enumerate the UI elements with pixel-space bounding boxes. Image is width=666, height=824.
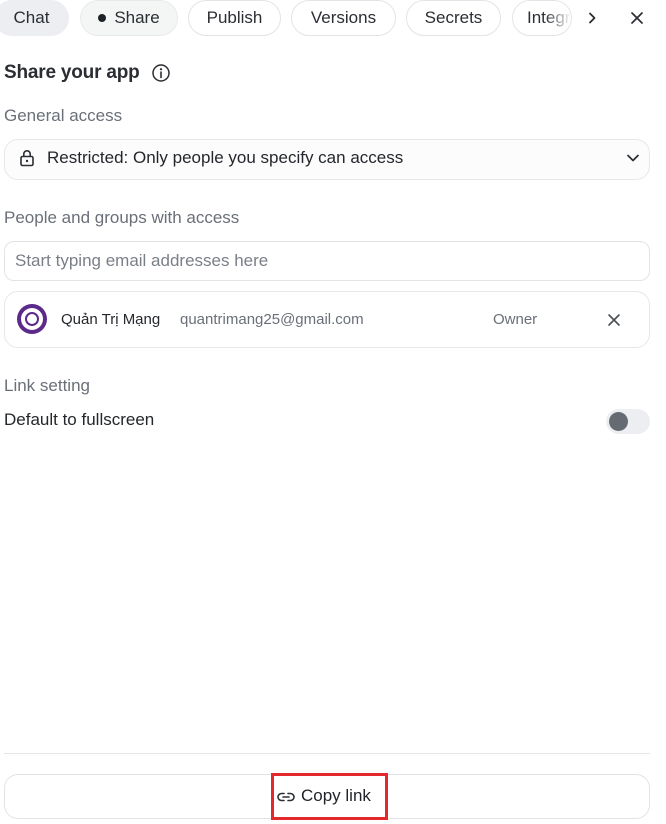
fullscreen-toggle[interactable] [606, 409, 650, 434]
copy-link-label: Copy link [301, 786, 371, 805]
tab-integrations-label: Integrations [527, 8, 571, 27]
toggle-knob [609, 412, 628, 431]
chevron-right-icon [589, 12, 596, 24]
fullscreen-label: Default to fullscreen [4, 410, 155, 429]
avatar [17, 304, 47, 334]
general-access-label: General access [4, 106, 123, 125]
tab-versions[interactable]: Versions [291, 0, 396, 36]
tab-chat-label: Chat [13, 8, 50, 27]
user-row: Quản Trị Mạng quantrimang25@gmail.com Ow… [4, 291, 650, 348]
chevron-down-icon [627, 154, 639, 162]
user-email: quantrimang25@gmail.com [180, 311, 364, 328]
tab-share-label: Share [114, 8, 160, 27]
tab-publish-label: Publish [206, 8, 263, 27]
tab-versions-label: Versions [310, 8, 377, 27]
active-dot-icon [98, 14, 107, 22]
share-title: Share your app [4, 62, 140, 83]
user-role[interactable]: Owner [493, 311, 537, 328]
info-icon[interactable] [151, 63, 171, 83]
lock-icon [20, 150, 34, 167]
close-icon [608, 314, 620, 326]
tab-chat[interactable]: Chat [0, 0, 69, 36]
remove-user-button[interactable] [602, 308, 626, 332]
close-panel-button[interactable] [625, 6, 649, 30]
link-icon [277, 792, 295, 802]
email-input[interactable] [4, 241, 650, 281]
tab-publish[interactable]: Publish [188, 0, 281, 36]
tab-secrets[interactable]: Secrets [406, 0, 501, 36]
tab-secrets-label: Secrets [424, 8, 483, 27]
general-access-value: Restricted: Only people you specify can … [47, 148, 404, 167]
tab-share[interactable]: Share [80, 0, 178, 36]
tab-integrations[interactable]: Integrations [512, 0, 572, 36]
tab-bar: Chat Share Publish Versions Secrets Inte… [0, 0, 666, 36]
user-name: Quản Trị Mạng [61, 311, 161, 328]
link-setting-label: Link setting [4, 376, 90, 395]
close-icon [631, 12, 643, 24]
footer-divider [4, 753, 650, 754]
people-access-label: People and groups with access [4, 208, 240, 227]
scroll-tabs-right-button[interactable] [580, 6, 604, 30]
